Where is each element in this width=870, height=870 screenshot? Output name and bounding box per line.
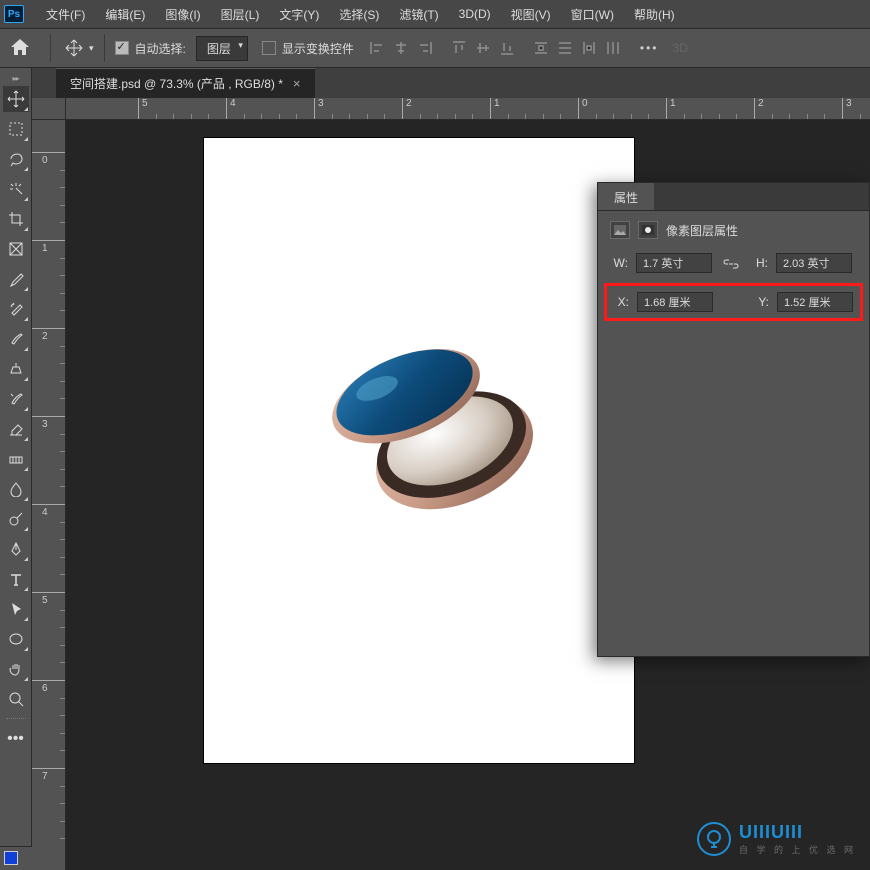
brush-tool[interactable] — [3, 326, 29, 352]
document-tab-bar: 空间搭建.psd @ 73.3% (产品 , RGB/8) * × — [32, 68, 870, 98]
tool-divider — [6, 718, 26, 724]
xy-highlight-box: X: Y: — [604, 283, 863, 321]
menu-window[interactable]: 窗口(W) — [561, 6, 624, 23]
edit-toolbar-icon[interactable]: ••• — [3, 726, 29, 752]
path-selection-tool[interactable] — [3, 596, 29, 622]
align-right-icon[interactable] — [414, 37, 436, 59]
gradient-tool[interactable] — [3, 446, 29, 472]
history-brush-tool[interactable] — [3, 386, 29, 412]
align-center-h-icon[interactable] — [390, 37, 412, 59]
divider — [50, 34, 51, 62]
menu-type[interactable]: 文字(Y) — [269, 6, 329, 23]
ruler-origin[interactable] — [32, 98, 66, 120]
zoom-tool[interactable] — [3, 686, 29, 712]
align-bottom-icon[interactable] — [496, 37, 518, 59]
panel-tab-bar: 属性 — [598, 183, 869, 211]
toolbox: ▸▸ ••• — [0, 68, 32, 870]
home-icon[interactable] — [8, 36, 32, 60]
menu-3d[interactable]: 3D(D) — [449, 7, 501, 21]
distribute-left-icon[interactable] — [602, 37, 624, 59]
crop-tool[interactable] — [3, 206, 29, 232]
blur-tool[interactable] — [3, 476, 29, 502]
auto-select-checkbox[interactable] — [115, 41, 129, 55]
width-field[interactable] — [636, 253, 712, 273]
watermark-brand: UIIIUIII — [739, 822, 856, 843]
marquee-tool[interactable] — [3, 116, 29, 142]
height-label: H: — [750, 256, 768, 270]
more-options-icon[interactable]: ••• — [640, 41, 659, 55]
eraser-tool[interactable] — [3, 416, 29, 442]
shape-tool[interactable] — [3, 626, 29, 652]
ruler-horizontal[interactable]: 543210123 — [66, 98, 870, 120]
document-tab-title: 空间搭建.psd @ 73.3% (产品 , RGB/8) * — [70, 75, 283, 92]
x-field[interactable] — [637, 292, 713, 312]
photoshop-logo: Ps — [4, 5, 24, 23]
distribute-center-v-icon[interactable] — [554, 37, 576, 59]
document-canvas[interactable] — [204, 138, 634, 763]
options-bar: ▾ 自动选择: 图层 显示变换控件 ••• 3D — [0, 28, 870, 68]
align-group-1 — [366, 37, 436, 59]
3d-mode-label[interactable]: 3D — [673, 41, 688, 55]
distribute-group — [530, 37, 624, 59]
dodge-tool[interactable] — [3, 506, 29, 532]
eyedropper-tool[interactable] — [3, 266, 29, 292]
menu-layer[interactable]: 图层(L) — [211, 6, 270, 23]
align-top-icon[interactable] — [448, 37, 470, 59]
healing-brush-tool[interactable] — [3, 296, 29, 322]
align-center-v-icon[interactable] — [472, 37, 494, 59]
properties-tab[interactable]: 属性 — [598, 183, 654, 210]
width-label: W: — [610, 256, 628, 270]
distribute-bottom-icon[interactable] — [578, 37, 600, 59]
document-tab[interactable]: 空间搭建.psd @ 73.3% (产品 , RGB/8) * × — [56, 68, 315, 98]
ruler-vertical[interactable]: 01234567 — [32, 120, 66, 870]
show-transform-checkbox[interactable] — [262, 41, 276, 55]
menu-filter[interactable]: 滤镜(T) — [389, 6, 448, 23]
clone-stamp-tool[interactable] — [3, 356, 29, 382]
divider — [104, 34, 105, 62]
foreground-swatch[interactable] — [4, 851, 18, 865]
product-image — [324, 318, 544, 538]
chevron-down-icon[interactable]: ▾ — [89, 43, 94, 54]
auto-select-target-dropdown[interactable]: 图层 — [196, 36, 248, 61]
menu-edit[interactable]: 编辑(E) — [95, 6, 155, 23]
toolbox-grip-icon[interactable]: ▸▸ — [12, 74, 18, 84]
watermark: UIIIUIII 自 学 的 上 优 选 网 — [697, 822, 856, 856]
menu-file[interactable]: 文件(F) — [36, 6, 95, 23]
align-group-2 — [448, 37, 518, 59]
layer-mask-icon — [638, 221, 658, 239]
type-tool[interactable] — [3, 566, 29, 592]
properties-panel: 属性 像素图层属性 W: H: X: Y: — [597, 182, 870, 657]
x-label: X: — [611, 295, 629, 309]
y-field[interactable] — [777, 292, 853, 312]
watermark-sub: 自 学 的 上 优 选 网 — [739, 843, 856, 856]
menu-help[interactable]: 帮助(H) — [624, 6, 685, 23]
auto-select-label: 自动选择: — [135, 40, 186, 57]
magic-wand-tool[interactable] — [3, 176, 29, 202]
y-label: Y: — [751, 295, 769, 309]
distribute-top-icon[interactable] — [530, 37, 552, 59]
menu-image[interactable]: 图像(I) — [155, 6, 210, 23]
menu-select[interactable]: 选择(S) — [329, 6, 389, 23]
watermark-logo-icon — [697, 822, 731, 856]
move-tool-icon[interactable] — [61, 38, 87, 58]
color-swatches[interactable] — [0, 846, 32, 870]
pen-tool[interactable] — [3, 536, 29, 562]
menu-bar: Ps 文件(F) 编辑(E) 图像(I) 图层(L) 文字(Y) 选择(S) 滤… — [0, 0, 870, 28]
align-left-icon[interactable] — [366, 37, 388, 59]
frame-tool[interactable] — [3, 236, 29, 262]
menu-view[interactable]: 视图(V) — [501, 6, 561, 23]
close-tab-icon[interactable]: × — [293, 76, 301, 91]
layer-kind-label: 像素图层属性 — [666, 222, 738, 239]
show-transform-label: 显示变换控件 — [282, 40, 354, 57]
move-tool[interactable] — [3, 86, 29, 112]
link-wh-icon[interactable] — [720, 255, 742, 271]
lasso-tool[interactable] — [3, 146, 29, 172]
layer-thumb-icon — [610, 221, 630, 239]
height-field[interactable] — [776, 253, 852, 273]
hand-tool[interactable] — [3, 656, 29, 682]
